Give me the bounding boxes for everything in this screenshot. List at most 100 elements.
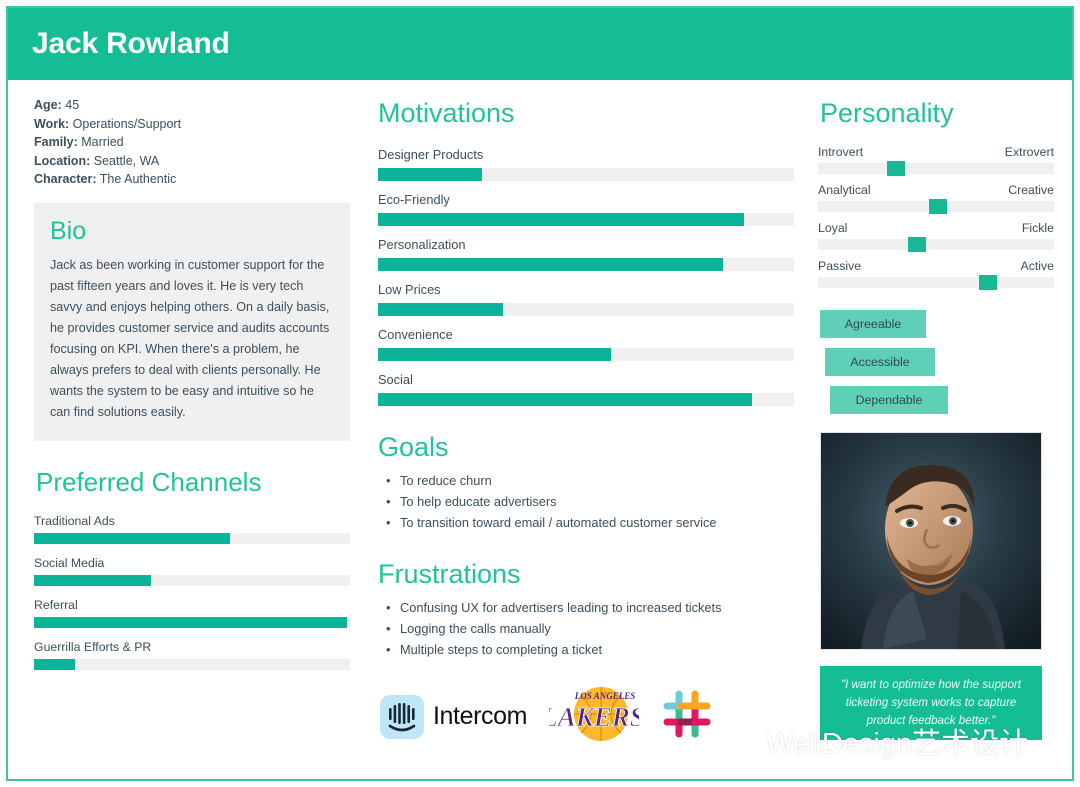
- persona-header: Jack Rowland: [8, 8, 1072, 80]
- bar-fill: [34, 574, 151, 586]
- avatar: [820, 432, 1042, 650]
- slider-knob[interactable]: [886, 161, 905, 176]
- bar-track: [378, 393, 794, 406]
- slider-row: Loyal Fickle: [818, 221, 1054, 252]
- personality-tag: Accessible: [825, 348, 935, 376]
- info-value: 45: [65, 98, 80, 112]
- left-column: Age: 45 Work: Operations/Support Family:…: [8, 96, 368, 779]
- personality-tags: Agreeable Accessible Dependable: [820, 310, 1054, 414]
- bar-fill: [378, 168, 482, 181]
- personality-sliders: Introvert Extrovert Analytical Creative Loya…: [818, 145, 1054, 290]
- bar-label: Convenience: [378, 327, 453, 342]
- page-title: Jack Rowland: [32, 27, 230, 60]
- info-label: Location:: [34, 153, 91, 168]
- info-row: Family: Married: [34, 133, 350, 152]
- slider-knob[interactable]: [929, 199, 948, 214]
- slider-knob[interactable]: [908, 237, 927, 252]
- portrait-photo: [821, 433, 1041, 649]
- info-value: Operations/Support: [72, 116, 182, 131]
- slider-label-right: Fickle: [1021, 221, 1054, 235]
- list-item: Logging the calls manually: [384, 619, 794, 639]
- slider-track[interactable]: [818, 275, 1054, 290]
- info-value: Married: [81, 135, 124, 149]
- info-row: Location: Seattle, WA: [34, 152, 350, 171]
- info-block: Age: 45 Work: Operations/Support Family:…: [34, 96, 350, 189]
- intercom-label: Intercom: [433, 702, 528, 730]
- bar-fill: [378, 258, 724, 271]
- bar-label: Traditional Ads: [34, 513, 115, 528]
- slider-label-left: Loyal: [818, 221, 848, 235]
- frustrations-list: Confusing UX for advertisers leading to …: [384, 598, 794, 660]
- slider-knob[interactable]: [978, 275, 997, 290]
- wechat-icon: [703, 722, 756, 762]
- personality-tag: Agreeable: [820, 310, 926, 338]
- bar-label: Eco-Friendly: [378, 192, 450, 207]
- frustrations-section: Frustrations Confusing UX for advertiser…: [374, 559, 794, 660]
- frustrations-title: Frustrations: [378, 559, 521, 589]
- slider-track[interactable]: [818, 237, 1054, 252]
- bar-track: [34, 532, 350, 544]
- slider-label-right: Active: [1020, 259, 1055, 273]
- goals-list: To reduce churnTo help educate advertise…: [384, 471, 794, 533]
- personality-section: Personality Introvert Extrovert Analytical…: [818, 98, 1054, 290]
- info-row: Age: 45: [34, 96, 350, 115]
- goals-title: Goals: [378, 432, 449, 462]
- info-row: Character: The Authentic: [34, 170, 350, 189]
- bar-fill: [34, 658, 76, 670]
- bio-text: Jack as been working in customer support…: [50, 257, 330, 419]
- list-item: To transition toward email / automated c…: [384, 513, 794, 533]
- bar-label: Designer Products: [378, 147, 484, 162]
- bar-label: Low Prices: [378, 282, 441, 297]
- personality-title: Personality: [820, 98, 954, 128]
- slider-row: Analytical Creative: [818, 183, 1054, 214]
- bar-fill: [378, 348, 611, 361]
- slider-label-left: Passive: [818, 259, 862, 273]
- intercom-icon: [380, 694, 424, 739]
- bar-track: [34, 574, 350, 586]
- info-label: Work:: [34, 116, 70, 131]
- bar-track: [378, 258, 794, 271]
- bar-label: Personalization: [378, 237, 466, 252]
- bar-track: [378, 213, 794, 226]
- bar-fill: [378, 393, 753, 406]
- motivations-list: Designer Products Eco-Friendly Personaliza…: [374, 147, 794, 406]
- motivations-title: Motivations: [378, 98, 515, 128]
- bio-title: Bio: [50, 216, 87, 245]
- personality-tag: Dependable: [830, 386, 948, 414]
- bar-track: [34, 658, 350, 670]
- slider-labels: Introvert Extrovert: [818, 145, 1054, 159]
- list-item: Confusing UX for advertisers leading to …: [384, 598, 794, 618]
- bar-track: [378, 168, 794, 181]
- bar-fill: [378, 303, 503, 316]
- right-column: Personality Introvert Extrovert Analytical…: [808, 96, 1072, 779]
- watermark: WellDesign艺术设计: [698, 720, 1028, 762]
- info-label: Family:: [34, 135, 78, 149]
- persona-body: Age: 45 Work: Operations/Support Family:…: [8, 80, 1072, 779]
- slider-labels: Analytical Creative: [818, 183, 1054, 197]
- lakers-logo: LOS ANGELES LAKERS: [540, 678, 645, 755]
- lakers-icon: LOS ANGELES LAKERS: [540, 687, 645, 741]
- svg-text:LAKERS: LAKERS: [549, 702, 639, 732]
- intercom-logo: Intercom: [380, 694, 528, 739]
- slider-label-left: Analytical: [818, 183, 871, 197]
- bar-fill: [34, 616, 347, 628]
- list-item: To reduce churn: [384, 471, 794, 491]
- info-label: Character:: [34, 172, 97, 186]
- bio-section: Bio Jack as been working in customer sup…: [34, 202, 350, 441]
- list-item: To help educate advertisers: [384, 492, 794, 512]
- watermark-text: WellDesign艺术设计: [766, 728, 1029, 760]
- bar-fill: [378, 213, 745, 226]
- preferred-channels-title: Preferred Channels: [36, 466, 262, 497]
- preferred-channels-section: Preferred Channels Traditional Ads Social…: [34, 467, 350, 670]
- slider-labels: Passive Active: [818, 259, 1054, 273]
- slider-track[interactable]: [818, 161, 1054, 176]
- slider-label-right: Creative: [1008, 183, 1054, 197]
- info-label: Age:: [34, 98, 62, 112]
- bar-track: [34, 616, 350, 628]
- slider-track[interactable]: [818, 199, 1054, 214]
- middle-column: Motivations Designer Products Eco-Friendl…: [368, 96, 808, 779]
- slider-label-left: Introvert: [818, 145, 864, 159]
- goals-section: Goals To reduce churnTo help educate adv…: [374, 432, 794, 533]
- info-row: Work: Operations/Support: [34, 115, 350, 134]
- bar-label: Social Media: [34, 555, 105, 570]
